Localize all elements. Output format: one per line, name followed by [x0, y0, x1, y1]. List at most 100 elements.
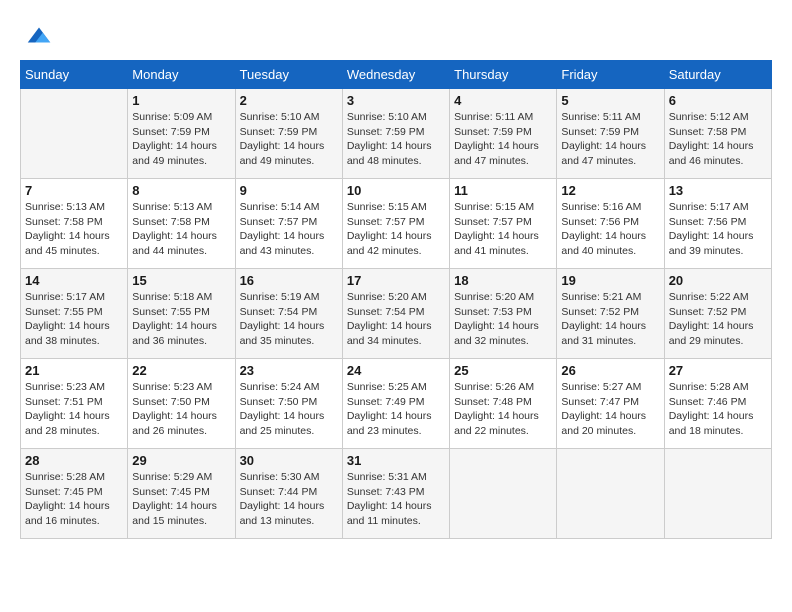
day-number: 12 — [561, 183, 659, 198]
day-info: Sunrise: 5:15 AM Sunset: 7:57 PM Dayligh… — [347, 200, 445, 259]
day-number: 14 — [25, 273, 123, 288]
calendar-cell: 31 Sunrise: 5:31 AM Sunset: 7:43 PM Dayli… — [342, 449, 449, 539]
day-info: Sunrise: 5:28 AM Sunset: 7:46 PM Dayligh… — [669, 380, 767, 439]
day-number: 17 — [347, 273, 445, 288]
calendar-cell: 3 Sunrise: 5:10 AM Sunset: 7:59 PM Daylig… — [342, 89, 449, 179]
calendar-cell: 14 Sunrise: 5:17 AM Sunset: 7:55 PM Dayli… — [21, 269, 128, 359]
day-info: Sunrise: 5:13 AM Sunset: 7:58 PM Dayligh… — [132, 200, 230, 259]
day-number: 23 — [240, 363, 338, 378]
day-info: Sunrise: 5:15 AM Sunset: 7:57 PM Dayligh… — [454, 200, 552, 259]
day-number: 25 — [454, 363, 552, 378]
day-info: Sunrise: 5:22 AM Sunset: 7:52 PM Dayligh… — [669, 290, 767, 349]
calendar-cell: 21 Sunrise: 5:23 AM Sunset: 7:51 PM Dayli… — [21, 359, 128, 449]
day-number: 15 — [132, 273, 230, 288]
day-number: 30 — [240, 453, 338, 468]
day-number: 26 — [561, 363, 659, 378]
day-info: Sunrise: 5:10 AM Sunset: 7:59 PM Dayligh… — [240, 110, 338, 169]
day-number: 9 — [240, 183, 338, 198]
calendar-cell: 29 Sunrise: 5:29 AM Sunset: 7:45 PM Dayli… — [128, 449, 235, 539]
calendar-cell: 8 Sunrise: 5:13 AM Sunset: 7:58 PM Daylig… — [128, 179, 235, 269]
day-number: 18 — [454, 273, 552, 288]
day-number: 22 — [132, 363, 230, 378]
day-number: 21 — [25, 363, 123, 378]
day-number: 1 — [132, 93, 230, 108]
calendar-cell: 5Sunrise: 5:11 AM Sunset: 7:59 PM Daylig… — [557, 89, 664, 179]
calendar-cell: 15Sunrise: 5:18 AM Sunset: 7:55 PM Dayli… — [128, 269, 235, 359]
week-row-3: 14 Sunrise: 5:17 AM Sunset: 7:55 PM Dayli… — [21, 269, 772, 359]
day-info: Sunrise: 5:23 AM Sunset: 7:50 PM Dayligh… — [132, 380, 230, 439]
day-info: Sunrise: 5:27 AM Sunset: 7:47 PM Dayligh… — [561, 380, 659, 439]
day-number: 7 — [25, 183, 123, 198]
calendar-cell: 7 Sunrise: 5:13 AM Sunset: 7:58 PM Daylig… — [21, 179, 128, 269]
day-number: 24 — [347, 363, 445, 378]
calendar-cell: 24 Sunrise: 5:25 AM Sunset: 7:49 PM Dayli… — [342, 359, 449, 449]
calendar-cell: 1 Sunrise: 5:09 AM Sunset: 7:59 PM Daylig… — [128, 89, 235, 179]
day-header-wednesday: Wednesday — [342, 61, 449, 89]
calendar-cell: 19 Sunrise: 5:21 AM Sunset: 7:52 PM Dayli… — [557, 269, 664, 359]
day-info: Sunrise: 5:20 AM Sunset: 7:54 PM Dayligh… — [347, 290, 445, 349]
day-info: Sunrise: 5:14 AM Sunset: 7:57 PM Dayligh… — [240, 200, 338, 259]
day-info: Sunrise: 5:19 AM Sunset: 7:54 PM Dayligh… — [240, 290, 338, 349]
week-row-2: 7 Sunrise: 5:13 AM Sunset: 7:58 PM Daylig… — [21, 179, 772, 269]
calendar-cell: 10 Sunrise: 5:15 AM Sunset: 7:57 PM Dayli… — [342, 179, 449, 269]
day-header-saturday: Saturday — [664, 61, 771, 89]
day-number: 13 — [669, 183, 767, 198]
calendar-cell: 26 Sunrise: 5:27 AM Sunset: 7:47 PM Dayli… — [557, 359, 664, 449]
calendar-cell: 4Sunrise: 5:11 AM Sunset: 7:59 PM Daylig… — [450, 89, 557, 179]
calendar-cell: 13 Sunrise: 5:17 AM Sunset: 7:56 PM Dayli… — [664, 179, 771, 269]
calendar-cell — [450, 449, 557, 539]
calendar-cell — [21, 89, 128, 179]
day-info: Sunrise: 5:17 AM Sunset: 7:55 PM Dayligh… — [25, 290, 123, 349]
calendar-cell — [557, 449, 664, 539]
header-row: SundayMondayTuesdayWednesdayThursdayFrid… — [21, 61, 772, 89]
day-number: 31 — [347, 453, 445, 468]
day-info: Sunrise: 5:16 AM Sunset: 7:56 PM Dayligh… — [561, 200, 659, 259]
calendar-cell: 12 Sunrise: 5:16 AM Sunset: 7:56 PM Dayli… — [557, 179, 664, 269]
calendar-cell: 2 Sunrise: 5:10 AM Sunset: 7:59 PM Daylig… — [235, 89, 342, 179]
day-info: Sunrise: 5:20 AM Sunset: 7:53 PM Dayligh… — [454, 290, 552, 349]
day-number: 16 — [240, 273, 338, 288]
week-row-1: 1 Sunrise: 5:09 AM Sunset: 7:59 PM Daylig… — [21, 89, 772, 179]
day-number: 29 — [132, 453, 230, 468]
calendar-cell: 23Sunrise: 5:24 AM Sunset: 7:50 PM Dayli… — [235, 359, 342, 449]
page-header — [20, 20, 772, 50]
day-number: 10 — [347, 183, 445, 198]
day-info: Sunrise: 5:09 AM Sunset: 7:59 PM Dayligh… — [132, 110, 230, 169]
day-info: Sunrise: 5:11 AM Sunset: 7:59 PM Dayligh… — [561, 110, 659, 169]
day-info: Sunrise: 5:21 AM Sunset: 7:52 PM Dayligh… — [561, 290, 659, 349]
week-row-5: 28 Sunrise: 5:28 AM Sunset: 7:45 PM Dayli… — [21, 449, 772, 539]
day-number: 19 — [561, 273, 659, 288]
day-info: Sunrise: 5:31 AM Sunset: 7:43 PM Dayligh… — [347, 470, 445, 529]
day-number: 2 — [240, 93, 338, 108]
logo — [20, 20, 54, 50]
day-header-tuesday: Tuesday — [235, 61, 342, 89]
day-number: 6 — [669, 93, 767, 108]
week-row-4: 21 Sunrise: 5:23 AM Sunset: 7:51 PM Dayli… — [21, 359, 772, 449]
day-info: Sunrise: 5:28 AM Sunset: 7:45 PM Dayligh… — [25, 470, 123, 529]
day-info: Sunrise: 5:25 AM Sunset: 7:49 PM Dayligh… — [347, 380, 445, 439]
day-header-friday: Friday — [557, 61, 664, 89]
day-number: 8 — [132, 183, 230, 198]
calendar-cell — [664, 449, 771, 539]
day-info: Sunrise: 5:11 AM Sunset: 7:59 PM Dayligh… — [454, 110, 552, 169]
day-number: 11 — [454, 183, 552, 198]
day-info: Sunrise: 5:23 AM Sunset: 7:51 PM Dayligh… — [25, 380, 123, 439]
day-header-monday: Monday — [128, 61, 235, 89]
day-info: Sunrise: 5:30 AM Sunset: 7:44 PM Dayligh… — [240, 470, 338, 529]
calendar-cell: 22 Sunrise: 5:23 AM Sunset: 7:50 PM Dayli… — [128, 359, 235, 449]
day-info: Sunrise: 5:29 AM Sunset: 7:45 PM Dayligh… — [132, 470, 230, 529]
day-info: Sunrise: 5:13 AM Sunset: 7:58 PM Dayligh… — [25, 200, 123, 259]
day-header-sunday: Sunday — [21, 61, 128, 89]
calendar-cell: 20 Sunrise: 5:22 AM Sunset: 7:52 PM Dayli… — [664, 269, 771, 359]
day-number: 27 — [669, 363, 767, 378]
day-info: Sunrise: 5:26 AM Sunset: 7:48 PM Dayligh… — [454, 380, 552, 439]
day-number: 28 — [25, 453, 123, 468]
day-number: 20 — [669, 273, 767, 288]
calendar-cell: 27 Sunrise: 5:28 AM Sunset: 7:46 PM Dayli… — [664, 359, 771, 449]
logo-icon — [24, 20, 54, 50]
calendar-cell: 30 Sunrise: 5:30 AM Sunset: 7:44 PM Dayli… — [235, 449, 342, 539]
day-info: Sunrise: 5:10 AM Sunset: 7:59 PM Dayligh… — [347, 110, 445, 169]
day-info: Sunrise: 5:17 AM Sunset: 7:56 PM Dayligh… — [669, 200, 767, 259]
day-info: Sunrise: 5:12 AM Sunset: 7:58 PM Dayligh… — [669, 110, 767, 169]
day-number: 3 — [347, 93, 445, 108]
